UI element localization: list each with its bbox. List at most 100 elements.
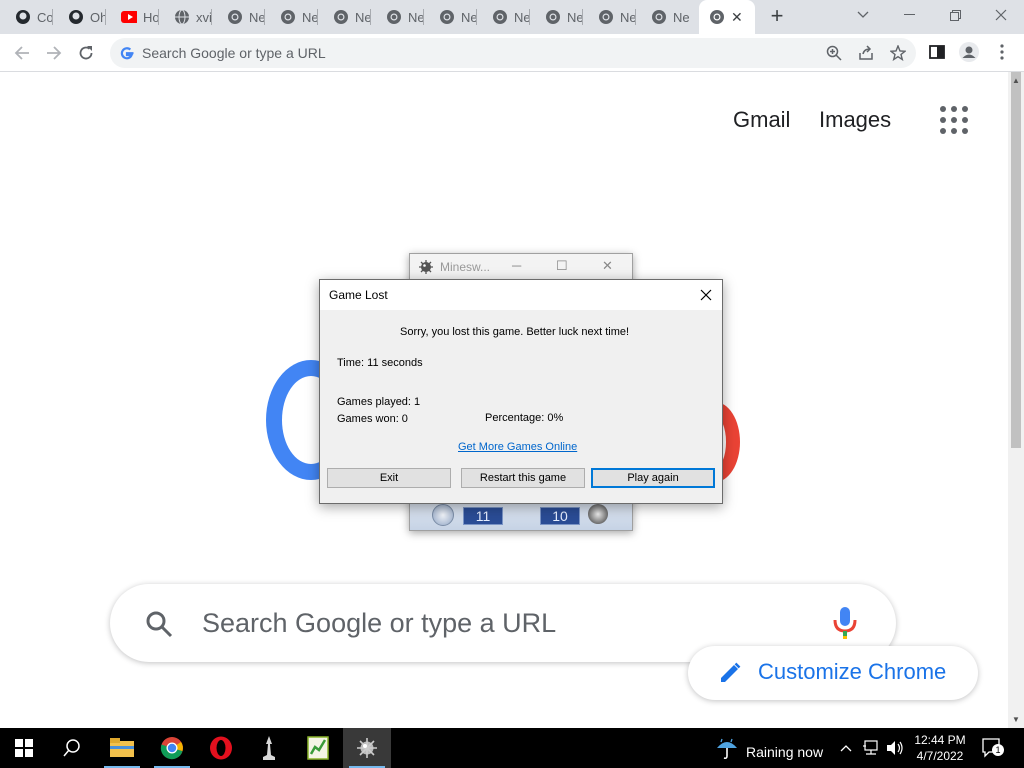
back-button[interactable]	[11, 42, 33, 64]
customize-chrome-button[interactable]: Customize Chrome	[688, 646, 978, 700]
volume-icon[interactable]	[886, 740, 904, 759]
browser-tab[interactable]: Ne	[212, 0, 265, 34]
scroll-down-icon[interactable]: ▼	[1012, 715, 1020, 724]
games-played-stat: Games played: 1	[337, 396, 421, 408]
time-stat: Time: 11 seconds	[337, 357, 423, 369]
weather-text: Raining now	[746, 743, 824, 760]
chevron-up-icon[interactable]	[840, 740, 852, 755]
chrome-icon	[651, 9, 667, 25]
menu-kebab-icon[interactable]	[992, 42, 1012, 62]
minesweeper-titlebar[interactable]: Minesw... ─ ☐ ✕	[410, 254, 632, 280]
scrollbar-thumb[interactable]	[1011, 72, 1021, 448]
address-bar-text: Search Google or type a URL	[142, 45, 326, 61]
dialog-message: Sorry, you lost this game. Better luck n…	[400, 326, 630, 338]
play-again-button[interactable]: Play again	[591, 468, 715, 488]
browser-tab-active[interactable]: ✕	[699, 0, 755, 34]
browser-tab[interactable]: Ne	[530, 0, 583, 34]
google-apps-icon[interactable]	[940, 106, 970, 136]
github-icon	[15, 9, 31, 25]
app-icon[interactable]	[294, 728, 342, 768]
time-counter: 11	[463, 507, 503, 525]
google-icon	[119, 45, 135, 66]
browser-tab[interactable]: Co	[0, 0, 53, 34]
browser-tab[interactable]: Ne	[636, 0, 689, 34]
clock-date: 4/7/2022	[916, 749, 964, 763]
pencil-icon	[718, 661, 742, 690]
umbrella-icon	[716, 738, 738, 765]
exit-button[interactable]: Exit	[327, 468, 451, 488]
side-panel-icon[interactable]	[927, 42, 947, 62]
browser-tab[interactable]: xvi	[159, 0, 212, 34]
profile-avatar-icon[interactable]	[959, 42, 979, 62]
browser-tab[interactable]: Ne	[318, 0, 371, 34]
games-won-stat: Games won: 0	[337, 413, 408, 425]
gmail-link[interactable]: Gmail	[733, 107, 790, 133]
tab-title: Ne	[514, 9, 530, 25]
close-button[interactable]: ✕	[602, 258, 613, 274]
tab-title: Co	[37, 9, 53, 25]
browser-tab[interactable]: Ho	[106, 0, 159, 34]
minimize-button[interactable]	[886, 0, 932, 30]
mine-counter: 10	[540, 507, 580, 525]
clock-time: 12:44 PM	[914, 733, 966, 747]
share-icon[interactable]	[858, 45, 874, 61]
images-link[interactable]: Images	[819, 107, 891, 133]
maximize-button[interactable]: ☐	[556, 258, 568, 274]
notification-count: 1	[992, 744, 1004, 756]
tab-title: Ne	[302, 9, 318, 25]
windows-taskbar: Raining now 12:44 PM 4/7/2022 1	[0, 728, 1024, 768]
mine-icon	[418, 259, 434, 280]
close-tab-icon[interactable]: ✕	[731, 9, 743, 26]
close-icon[interactable]	[695, 284, 717, 306]
browser-tab[interactable]: Ne	[477, 0, 530, 34]
start-button[interactable]	[0, 728, 48, 768]
close-window-button[interactable]	[978, 0, 1024, 30]
reload-button[interactable]	[75, 42, 97, 64]
search-input[interactable]: Search Google or type a URL	[202, 608, 556, 639]
address-bar[interactable]: Search Google or type a URL	[110, 38, 916, 68]
mine-counter-icon	[588, 504, 608, 524]
page-scrollbar[interactable]: ▲ ▼	[1008, 72, 1024, 728]
tab-title: Ne	[249, 9, 265, 25]
browser-tab[interactable]: Oh	[53, 0, 106, 34]
minimize-button[interactable]: ─	[512, 258, 521, 273]
tab-search-icon[interactable]	[840, 0, 886, 30]
system-clock[interactable]: 12:44 PM 4/7/2022	[912, 732, 968, 764]
opera-icon[interactable]	[197, 728, 245, 768]
tab-title: Oh	[90, 9, 106, 25]
minesweeper-taskbar-icon[interactable]	[343, 728, 391, 768]
weather-widget[interactable]: Raining now	[716, 738, 823, 765]
restart-game-button[interactable]: Restart this game	[461, 468, 585, 488]
search-icon	[145, 610, 173, 643]
tab-title: Ho	[143, 9, 159, 25]
search-icon[interactable]	[48, 728, 96, 768]
browser-tab[interactable]: Ne	[424, 0, 477, 34]
chrome-icon	[280, 9, 296, 25]
zoom-icon[interactable]	[826, 45, 842, 61]
browser-tab[interactable]: Ne	[265, 0, 318, 34]
chrome-taskbar-icon[interactable]	[148, 728, 196, 768]
dialog-titlebar[interactable]: Game Lost	[320, 280, 722, 310]
forward-button[interactable]	[43, 42, 65, 64]
file-explorer-icon[interactable]	[98, 728, 146, 768]
bookmark-star-icon[interactable]	[890, 45, 906, 61]
microphone-icon[interactable]	[832, 606, 858, 645]
browser-tab[interactable]: Ne	[583, 0, 636, 34]
percentage-stat: Percentage: 0%	[485, 412, 564, 424]
notification-center-icon[interactable]: 1	[982, 738, 1004, 758]
chrome-icon	[439, 9, 455, 25]
chess-icon[interactable]	[245, 728, 293, 768]
github-icon	[68, 9, 84, 25]
chrome-icon	[227, 9, 243, 25]
browser-tab[interactable]: Ne	[371, 0, 424, 34]
get-more-games-link[interactable]: Get More Games Online	[458, 441, 577, 453]
minesweeper-title: Minesw...	[440, 260, 491, 274]
youtube-icon	[121, 9, 137, 25]
network-icon[interactable]	[862, 740, 880, 759]
tab-title: Ne	[673, 9, 689, 25]
scroll-up-icon[interactable]: ▲	[1012, 76, 1020, 85]
restore-button[interactable]	[932, 0, 978, 30]
minesweeper-status-bar: 11 10	[410, 500, 632, 530]
new-tab-button[interactable]: +	[766, 5, 788, 27]
chrome-icon	[333, 9, 349, 25]
